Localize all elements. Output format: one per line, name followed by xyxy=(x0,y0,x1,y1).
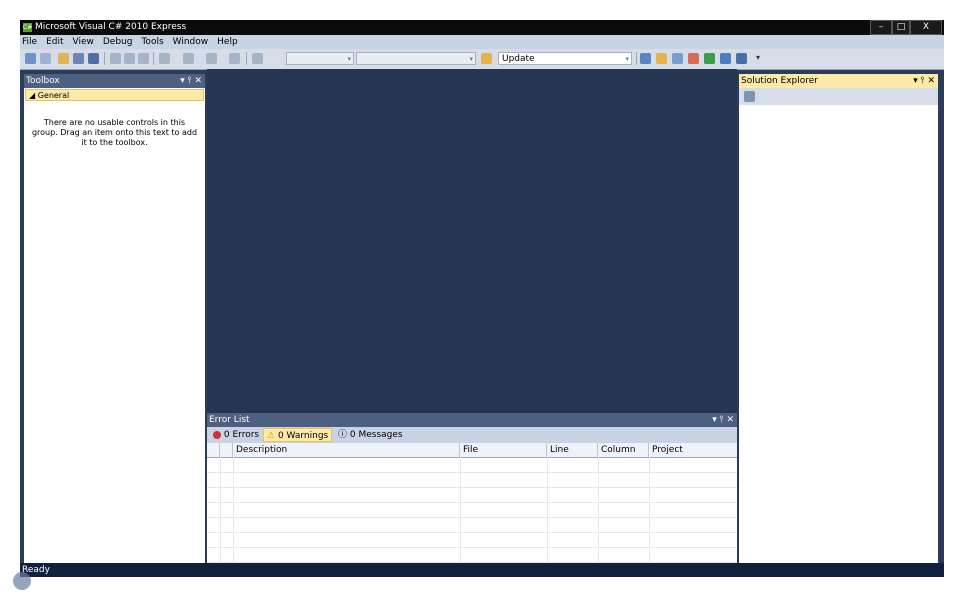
new-project-icon[interactable] xyxy=(25,53,36,64)
panel-controls[interactable]: ▾ ⫯ ✕ xyxy=(712,413,734,427)
warning-icon: ⚠ xyxy=(267,431,276,441)
open-file-icon[interactable] xyxy=(58,53,69,64)
error-list-toolbar: 0 Errors ⚠ 0 Warnings ⓘ 0 Messages xyxy=(207,427,737,443)
messages-filter-button[interactable]: ⓘ 0 Messages xyxy=(335,428,406,442)
error-list-header: Description File Line Column Project xyxy=(207,443,737,458)
start-debugging-icon[interactable] xyxy=(252,53,263,64)
maximize-button[interactable]: □ xyxy=(892,20,910,35)
toolbar-separator xyxy=(153,52,154,65)
copy-icon[interactable] xyxy=(124,53,135,64)
undo-icon[interactable] xyxy=(159,53,170,64)
redo-icon[interactable] xyxy=(183,53,194,64)
grid-line xyxy=(460,457,461,577)
standard-toolbar: ▾ ▾ Update ▾ ▾ xyxy=(20,49,944,70)
save-all-icon[interactable] xyxy=(88,53,99,64)
add-item-icon[interactable] xyxy=(40,53,51,64)
grid-line xyxy=(207,487,737,488)
solution-explorer-body xyxy=(739,105,938,577)
error-list-icon[interactable] xyxy=(736,53,747,64)
find-in-files-icon[interactable] xyxy=(481,53,492,64)
grid-line xyxy=(207,472,737,473)
solution-explorer-toolbar xyxy=(739,88,938,105)
app-icon: C# xyxy=(23,23,33,32)
info-icon: ⓘ xyxy=(338,430,348,440)
menu-bar: File Edit View Debug Tools Window Help xyxy=(20,35,944,49)
menu-file[interactable]: File xyxy=(22,35,37,49)
menu-view[interactable]: View xyxy=(73,35,94,49)
column-project[interactable]: Project xyxy=(649,443,737,457)
toolbox-body: ◢ General There are no usable controls i… xyxy=(24,88,205,577)
column-description[interactable]: Description xyxy=(233,443,460,457)
properties-icon[interactable] xyxy=(656,53,667,64)
grid-line xyxy=(649,457,650,577)
configuration-combo[interactable]: ▾ xyxy=(286,52,354,65)
extension-manager-icon[interactable] xyxy=(720,53,731,64)
grid-line xyxy=(207,502,737,503)
toolbar-overflow-icon[interactable]: ▾ xyxy=(756,53,762,64)
grid-line xyxy=(220,457,221,577)
grid-line xyxy=(233,457,234,577)
column-column[interactable]: Column xyxy=(598,443,649,457)
column-line[interactable]: Line xyxy=(547,443,598,457)
close-button[interactable]: X xyxy=(910,20,942,35)
column-number[interactable] xyxy=(220,443,233,457)
menu-help[interactable]: Help xyxy=(217,35,238,49)
object-browser-icon[interactable] xyxy=(672,53,683,64)
error-list-panel: Error List ▾ ⫯ ✕ 0 Errors ⚠ 0 Warnings ⓘ… xyxy=(207,413,737,577)
window-controls: – □ X xyxy=(870,20,942,35)
toolbar-separator xyxy=(104,52,105,65)
toolbox-title: Toolbox ▾ ⫯ ✕ xyxy=(24,74,205,88)
vs-window: C# Microsoft Visual C# 2010 Express – □ … xyxy=(20,20,944,577)
solution-explorer-panel: Solution Explorer ▾ ⫯ ✕ xyxy=(739,74,938,577)
grid-line xyxy=(207,517,737,518)
cut-icon[interactable] xyxy=(110,53,121,64)
column-file[interactable]: File xyxy=(460,443,547,457)
grid-line xyxy=(207,532,737,533)
title-bar: C# Microsoft Visual C# 2010 Express – □ … xyxy=(20,20,944,35)
chevron-down-icon: ▾ xyxy=(625,55,629,63)
error-icon xyxy=(213,430,221,439)
properties-icon[interactable] xyxy=(744,91,755,102)
solution-explorer-title: Solution Explorer ▾ ⫯ ✕ xyxy=(739,74,938,88)
save-icon[interactable] xyxy=(73,53,84,64)
toolbox-group-general[interactable]: ◢ General xyxy=(25,89,204,101)
find-combo[interactable]: Update ▾ xyxy=(498,52,632,65)
navigate-backward-icon[interactable] xyxy=(206,53,217,64)
grid-line xyxy=(598,457,599,577)
panel-controls[interactable]: ▾ ⫯ ✕ xyxy=(180,74,202,88)
paste-icon[interactable] xyxy=(138,53,149,64)
column-icon[interactable] xyxy=(207,443,220,457)
toolbox-icon[interactable] xyxy=(688,53,699,64)
panel-controls[interactable]: ▾ ⫯ ✕ xyxy=(913,74,935,88)
grid-line xyxy=(547,457,548,577)
error-list-grid: Description File Line Column Project xyxy=(207,443,737,577)
toolbox-panel: Toolbox ▾ ⫯ ✕ ◢ General There are no usa… xyxy=(24,74,205,577)
menu-debug[interactable]: Debug xyxy=(103,35,133,49)
error-list-title: Error List ▾ ⫯ ✕ xyxy=(207,413,737,427)
minimize-button[interactable]: – xyxy=(870,20,892,35)
chevron-down-icon: ▾ xyxy=(469,55,473,63)
chevron-down-icon: ▾ xyxy=(347,55,351,63)
menu-tools[interactable]: Tools xyxy=(141,35,163,49)
menu-edit[interactable]: Edit xyxy=(46,35,63,49)
window-title: Microsoft Visual C# 2010 Express xyxy=(35,22,187,32)
start-page-icon[interactable] xyxy=(704,53,715,64)
status-bar: Ready xyxy=(20,563,944,577)
platform-combo[interactable]: ▾ xyxy=(356,52,476,65)
grid-line xyxy=(207,547,737,548)
warnings-filter-button[interactable]: ⚠ 0 Warnings xyxy=(263,428,333,442)
errors-filter-button[interactable]: 0 Errors xyxy=(210,428,262,442)
toolbox-empty-message: There are no usable controls in this gro… xyxy=(31,118,198,147)
toolbar-separator xyxy=(246,52,247,65)
navigate-forward-icon[interactable] xyxy=(229,53,240,64)
cursor-indicator xyxy=(13,572,31,590)
editor-area[interactable] xyxy=(207,69,737,413)
toolbar-separator xyxy=(636,52,637,65)
menu-window[interactable]: Window xyxy=(173,35,209,49)
solution-explorer-icon[interactable] xyxy=(640,53,651,64)
